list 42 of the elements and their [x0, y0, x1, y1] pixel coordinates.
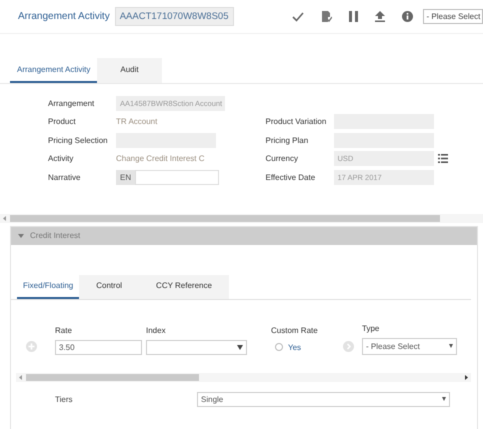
tab[interactable]: Audit — [97, 58, 162, 83]
field-label: Product — [48, 117, 77, 126]
rate-input[interactable]: 3.50 — [55, 340, 142, 354]
arrangement-id: AAACT171070W8W8S05 — [114, 7, 234, 26]
upload-icon[interactable] — [374, 11, 384, 22]
field-label: Custom Rate — [271, 326, 319, 334]
field-label: Index — [146, 326, 167, 334]
field-label: Pricing Selection — [48, 136, 109, 145]
pause-icon[interactable] — [348, 11, 358, 22]
radio-label: Yes — [288, 342, 302, 352]
field-label: Product Variation — [266, 117, 328, 126]
tiers-select[interactable]: Single — [197, 392, 450, 406]
document-icon[interactable] — [320, 10, 332, 22]
field-value: TR Account — [116, 117, 158, 126]
tab[interactable]: CCY Reference — [139, 274, 229, 298]
type-select[interactable]: - Please Select — [362, 338, 457, 354]
info-icon[interactable] — [402, 11, 412, 22]
radio-button[interactable] — [275, 343, 283, 351]
horizontal-scrollbar[interactable] — [0, 214, 483, 222]
list-icon[interactable] — [438, 154, 448, 164]
index-select[interactable] — [146, 340, 247, 354]
tab[interactable]: Control — [79, 274, 140, 298]
field-label: Pricing Plan — [266, 136, 310, 145]
horizontal-scrollbar[interactable] — [16, 372, 471, 382]
field-label: Tiers — [55, 394, 74, 404]
caret-icon — [449, 344, 453, 348]
caret-icon — [237, 344, 243, 350]
section-title: Credit Interest — [30, 231, 80, 240]
page-title: Arrangement Activity — [18, 11, 110, 22]
field-label: Currency — [266, 154, 299, 164]
language-code: EN — [116, 170, 136, 185]
field-label: Activity — [48, 154, 74, 164]
check-icon[interactable] — [292, 12, 304, 22]
field-label: Type — [362, 324, 380, 332]
field-label: Narrative — [48, 172, 82, 182]
field-label: Rate — [55, 326, 73, 334]
narrative-input[interactable] — [135, 170, 220, 185]
caret-icon — [442, 397, 446, 401]
field-label: Effective Date — [266, 172, 316, 182]
field-label: Arrangement — [48, 98, 96, 108]
collapse-icon[interactable] — [18, 234, 24, 238]
action-select[interactable]: - Please Select — [422, 9, 483, 24]
